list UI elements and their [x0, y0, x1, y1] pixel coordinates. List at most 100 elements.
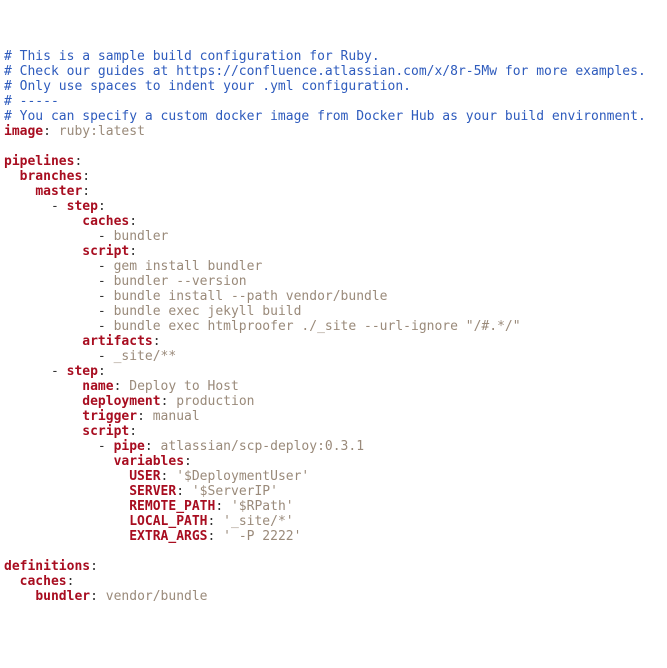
token-q: '$RPath': [231, 499, 294, 514]
token-p: :: [208, 529, 224, 544]
code-line: - _site/**: [4, 349, 663, 364]
yaml-code-block: # This is a sample build configuration f…: [4, 49, 663, 604]
token-k: REMOTE_PATH: [129, 499, 215, 514]
token-p: :: [82, 184, 90, 199]
token-p: -: [4, 274, 114, 289]
code-line: [4, 139, 663, 154]
code-line: master:: [4, 184, 663, 199]
code-line: variables:: [4, 454, 663, 469]
token-k: branches: [20, 169, 83, 184]
token-p: :: [184, 454, 192, 469]
token-p: :: [176, 484, 192, 499]
token-p: [4, 514, 129, 529]
code-line: [4, 544, 663, 559]
token-p: :: [90, 559, 98, 574]
token-k: deployment: [82, 394, 160, 409]
token-q: ' -P 2222': [223, 529, 301, 544]
token-p: :: [161, 469, 177, 484]
token-p: :: [153, 334, 161, 349]
token-p: [4, 379, 82, 394]
token-k: artifacts: [82, 334, 152, 349]
token-p: :: [208, 514, 224, 529]
token-k: script: [82, 244, 129, 259]
code-line: deployment: production: [4, 394, 663, 409]
token-k: SERVER: [129, 484, 176, 499]
token-k: bundler: [35, 589, 90, 604]
token-p: :: [161, 394, 177, 409]
token-s: bundler: [114, 229, 169, 244]
token-p: [4, 184, 35, 199]
token-p: -: [4, 259, 114, 274]
code-line: - bundle install --path vendor/bundle: [4, 289, 663, 304]
token-k: step: [67, 199, 98, 214]
token-p: [4, 589, 35, 604]
token-p: :: [98, 364, 106, 379]
token-p: [4, 469, 129, 484]
token-k: caches: [20, 574, 67, 589]
code-line: - bundle exec jekyll build: [4, 304, 663, 319]
code-line: branches:: [4, 169, 663, 184]
code-line: # Check our guides at https://confluence…: [4, 64, 663, 79]
code-line: script:: [4, 424, 663, 439]
token-p: [4, 484, 129, 499]
code-line: name: Deploy to Host: [4, 379, 663, 394]
token-p: :: [82, 169, 90, 184]
token-p: -: [4, 439, 114, 454]
code-line: caches:: [4, 574, 663, 589]
token-p: :: [43, 124, 59, 139]
token-k: caches: [82, 214, 129, 229]
token-k: USER: [129, 469, 160, 484]
token-p: [4, 529, 129, 544]
token-p: :: [129, 214, 137, 229]
code-line: SERVER: '$ServerIP': [4, 484, 663, 499]
token-k: pipe: [114, 439, 145, 454]
token-p: :: [129, 244, 137, 259]
token-k: script: [82, 424, 129, 439]
token-p: :: [215, 499, 231, 514]
token-c: # Only use spaces to indent your .yml co…: [4, 79, 411, 94]
code-line: - pipe: atlassian/scp-deploy:0.3.1: [4, 439, 663, 454]
token-s: atlassian/scp-deploy:0.3.1: [161, 439, 365, 454]
token-s: _site/**: [114, 349, 177, 364]
token-s: bundle install --path vendor/bundle: [114, 289, 388, 304]
token-p: -: [4, 304, 114, 319]
token-c: # Check our guides at https://confluence…: [4, 64, 646, 79]
token-p: :: [67, 574, 75, 589]
token-s: vendor/bundle: [106, 589, 208, 604]
token-p: [4, 394, 82, 409]
token-p: [4, 574, 20, 589]
token-p: -: [4, 289, 114, 304]
token-s: manual: [153, 409, 200, 424]
token-p: [4, 499, 129, 514]
code-line: definitions:: [4, 559, 663, 574]
code-line: artifacts:: [4, 334, 663, 349]
token-p: [4, 409, 82, 424]
code-line: EXTRA_ARGS: ' -P 2222': [4, 529, 663, 544]
code-line: - gem install bundler: [4, 259, 663, 274]
token-p: -: [4, 364, 67, 379]
code-line: image: ruby:latest: [4, 124, 663, 139]
token-k: trigger: [82, 409, 137, 424]
code-line: LOCAL_PATH: '_site/*': [4, 514, 663, 529]
token-q: '$ServerIP': [192, 484, 278, 499]
token-c: # -----: [4, 94, 59, 109]
token-p: :: [114, 379, 130, 394]
token-k: image: [4, 124, 43, 139]
code-line: REMOTE_PATH: '$RPath': [4, 499, 663, 514]
token-k: name: [82, 379, 113, 394]
code-line: # This is a sample build configuration f…: [4, 49, 663, 64]
token-k: step: [67, 364, 98, 379]
token-k: variables: [114, 454, 184, 469]
token-s: ruby:latest: [59, 124, 145, 139]
token-s: Deploy to Host: [129, 379, 239, 394]
code-line: - step:: [4, 364, 663, 379]
token-p: -: [4, 229, 114, 244]
token-p: -: [4, 349, 114, 364]
token-p: :: [129, 424, 137, 439]
token-p: [4, 214, 82, 229]
code-line: # -----: [4, 94, 663, 109]
token-s: production: [176, 394, 254, 409]
token-p: [4, 424, 82, 439]
code-line: USER: '$DeploymentUser': [4, 469, 663, 484]
code-line: - step:: [4, 199, 663, 214]
